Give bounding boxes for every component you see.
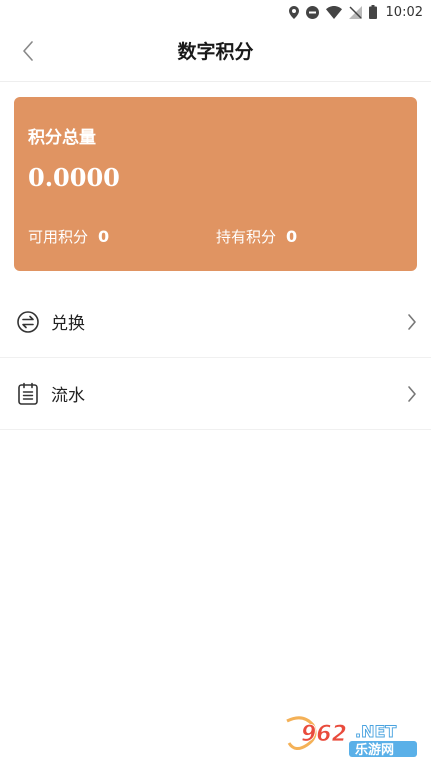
menu-item-flow-label: 流水 bbox=[51, 386, 85, 406]
chevron-right-icon bbox=[405, 384, 419, 404]
chevron-right-icon bbox=[405, 312, 419, 332]
ledger-icon bbox=[16, 382, 40, 406]
no-signal-icon bbox=[348, 5, 362, 19]
do-not-disturb-icon bbox=[305, 5, 319, 19]
back-button[interactable] bbox=[14, 38, 42, 68]
page-title: 数字积分 bbox=[177, 41, 254, 63]
available-points-label: 可用积分 bbox=[28, 228, 89, 246]
points-total-value: 0.0000 bbox=[28, 163, 120, 192]
available-points: 可用积分 0 bbox=[28, 226, 109, 247]
menu-item-exchange-label: 兑换 bbox=[51, 314, 85, 334]
held-points: 持有积分 0 bbox=[216, 226, 297, 247]
battery-icon bbox=[368, 5, 377, 19]
held-points-label: 持有积分 bbox=[216, 228, 277, 246]
chevron-left-icon bbox=[22, 41, 34, 65]
exchange-icon bbox=[16, 310, 40, 334]
svg-text:乐游网: 乐游网 bbox=[355, 742, 394, 758]
points-card: 积分总量 0.0000 可用积分 0 持有积分 0 bbox=[14, 97, 417, 271]
menu-item-exchange[interactable]: 兑换 bbox=[0, 287, 431, 358]
held-points-value: 0 bbox=[286, 227, 298, 246]
watermark-logo: 962 .NET 乐游网 bbox=[283, 715, 423, 759]
status-bar: 10:02 bbox=[0, 0, 431, 24]
available-points-value: 0 bbox=[98, 227, 110, 246]
location-icon bbox=[288, 5, 299, 19]
svg-text:962: 962 bbox=[301, 722, 347, 747]
header: 数字积分 bbox=[0, 24, 431, 82]
status-time: 10:02 bbox=[385, 4, 423, 20]
menu-item-flow[interactable]: 流水 bbox=[0, 359, 431, 430]
points-total-label: 积分总量 bbox=[28, 128, 96, 148]
svg-text:.NET: .NET bbox=[355, 722, 396, 741]
wifi-icon bbox=[325, 5, 342, 19]
